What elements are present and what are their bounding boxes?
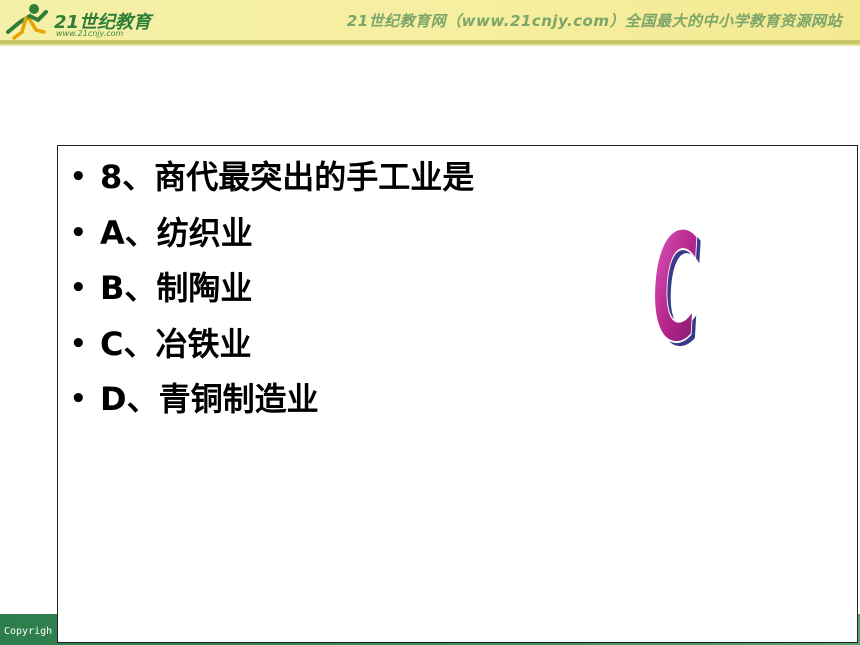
option-d[interactable]: • D、青铜制造业 (68, 372, 474, 428)
site-logo[interactable]: 21世纪教育 www.21cnjy.com (4, 2, 174, 40)
copyright-text: Copyrigh (4, 626, 53, 637)
answer-wordart: C C (646, 201, 707, 364)
question-list: • 8、商代最突出的手工业是 • A、纺织业 • B、制陶业 • C、冶铁业 •… (68, 150, 474, 428)
logo-url: www.21cnjy.com (56, 29, 124, 38)
option-b[interactable]: • B、制陶业 (68, 261, 474, 317)
answer-letter: C (646, 202, 703, 364)
runner-icon (6, 4, 48, 40)
bullet-icon: • (70, 162, 87, 192)
site-banner-text: 21世纪教育网（www.21cnjy.com）全国最大的中小学教育资源网站 (346, 12, 842, 30)
bullet-icon: • (70, 217, 87, 248)
bullet-icon: • (70, 273, 87, 303)
header-divider-light (0, 44, 860, 46)
option-a[interactable]: • A、纺织业 (68, 206, 474, 262)
option-text: D、青铜制造业 (100, 380, 319, 418)
option-text: A、纺织业 (100, 213, 253, 252)
question-text: 8、商代最突出的手工业是 (100, 158, 475, 196)
question-panel: • 8、商代最突出的手工业是 • A、纺织业 • B、制陶业 • C、冶铁业 •… (57, 145, 858, 643)
option-text: C、冶铁业 (100, 324, 252, 363)
question-stem: • 8、商代最突出的手工业是 (68, 150, 474, 206)
bullet-icon: • (70, 328, 87, 359)
option-c[interactable]: • C、冶铁业 (68, 317, 474, 373)
bullet-icon: • (70, 384, 87, 414)
option-text: B、制陶业 (100, 269, 253, 307)
